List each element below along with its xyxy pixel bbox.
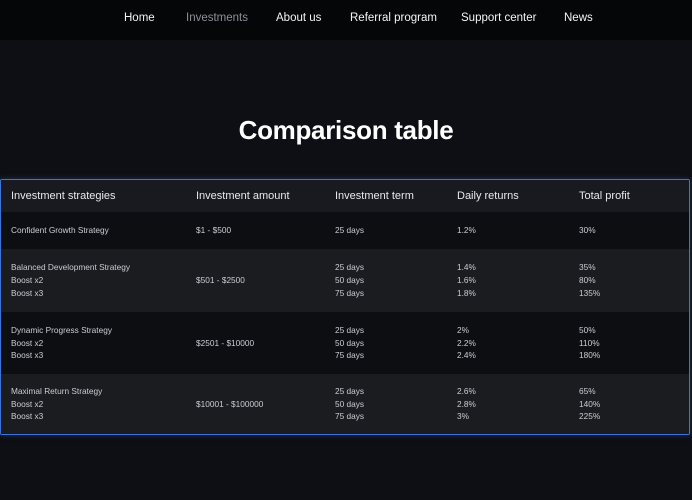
cell-line: 25 days: [335, 262, 365, 273]
cell-daily: 2% 2.2% 2.4%: [457, 324, 476, 362]
cell-line: 80%: [579, 275, 596, 286]
cell-line: 1.4%: [457, 262, 476, 273]
cell-line: 2.8%: [457, 398, 476, 409]
nav-support-center[interactable]: Support center: [461, 12, 536, 24]
cell-daily: 1.2%: [457, 224, 476, 237]
cell-line: Boost x2: [11, 398, 44, 409]
cell-line: 25 days: [335, 225, 365, 236]
cell-profit: 30%: [579, 224, 596, 237]
page-title: Comparison table: [238, 115, 454, 145]
table-row: Confident Growth Strategy $1 - $500 25 day…: [1, 212, 689, 249]
cell-line: Boost x2: [11, 337, 44, 348]
header-daily-returns: Daily returns: [457, 190, 519, 202]
cell-line: 1.6%: [457, 275, 476, 286]
cell-line: 110%: [579, 337, 600, 348]
nav-news[interactable]: News: [564, 12, 593, 24]
cell-amount: $1 - $500: [196, 225, 232, 236]
cell-line: 50 days: [335, 275, 365, 286]
nav-home[interactable]: Home: [124, 12, 155, 24]
cell-line: Maximal Return Strategy: [11, 385, 103, 396]
cell-line: 25 days: [335, 324, 365, 335]
cell-line: 35%: [579, 262, 596, 273]
cell-line: 2.4%: [457, 350, 476, 361]
cell-line: 135%: [579, 287, 601, 298]
cell-line: Confident Growth Strategy: [11, 225, 109, 236]
nav-investments[interactable]: Investments: [186, 12, 248, 24]
cell-amount: $2501 - $10000: [196, 337, 255, 348]
cell-term: 25 days 50 days 75 days: [335, 261, 364, 299]
table-header: Investment strategies Investment amount …: [1, 180, 689, 212]
cell-line: 75 days: [335, 287, 365, 298]
cell-line: Boost x3: [11, 411, 44, 422]
cell-line: 180%: [579, 350, 601, 361]
cell-strategy: Maximal Return Strategy Boost x2 Boost x3: [11, 385, 102, 423]
nav-referral-program[interactable]: Referral program: [350, 12, 437, 24]
cell-term: 25 days 50 days 75 days: [335, 324, 364, 362]
cell-line: Boost x3: [11, 350, 44, 361]
cell-daily: 2.6% 2.8% 3%: [457, 385, 476, 423]
cell-line: 65%: [579, 385, 596, 396]
table-row: Dynamic Progress Strategy Boost x2 Boost x…: [1, 312, 689, 374]
cell-line: Dynamic Progress Strategy: [11, 324, 112, 335]
cell-line: 2%: [457, 324, 469, 335]
cell-line: 1.8%: [457, 287, 476, 298]
cell-line: 25 days: [335, 385, 365, 396]
cell-line: 75 days: [335, 411, 365, 422]
cell-amount: $501 - $2500: [196, 275, 245, 286]
cell-line: 50 days: [335, 337, 365, 348]
cell-daily: 1.4% 1.6% 1.8%: [457, 261, 476, 299]
top-navbar: Home Investments About us Referral progr…: [0, 0, 692, 40]
nav-about-us[interactable]: About us: [276, 12, 321, 24]
cell-profit: 65% 140% 225%: [579, 385, 600, 423]
cell-strategy: Confident Growth Strategy: [11, 224, 109, 237]
cell-line: 2.2%: [457, 337, 476, 348]
header-strategies: Investment strategies: [11, 190, 116, 202]
cell-profit: 50% 110% 180%: [579, 324, 600, 362]
table-row: Balanced Development Strategy Boost x2 Boo…: [1, 249, 689, 312]
header-amount: Investment amount: [196, 190, 290, 202]
cell-line: 30%: [579, 225, 596, 236]
cell-line: 1.2%: [457, 225, 476, 236]
cell-strategy: Dynamic Progress Strategy Boost x2 Boost x…: [11, 324, 112, 362]
cell-profit: 35% 80% 135%: [579, 261, 600, 299]
comparison-table: Investment strategies Investment amount …: [0, 179, 690, 435]
cell-amount: $10001 - $100000: [196, 398, 264, 409]
cell-line: 50 days: [335, 398, 365, 409]
cell-line: 225%: [579, 411, 601, 422]
cell-line: Boost x3: [11, 287, 44, 298]
cell-term: 25 days: [335, 224, 364, 237]
cell-strategy: Balanced Development Strategy Boost x2 Boo…: [11, 261, 130, 299]
cell-line: 140%: [579, 398, 601, 409]
header-total-profit: Total profit: [579, 190, 630, 202]
cell-line: 75 days: [335, 350, 365, 361]
header-term: Investment term: [335, 190, 414, 202]
table-row: Maximal Return Strategy Boost x2 Boost x3 $…: [1, 374, 689, 434]
cell-line: 50%: [579, 324, 596, 335]
cell-line: 2.6%: [457, 385, 476, 396]
cell-line: Balanced Development Strategy: [11, 262, 130, 273]
cell-term: 25 days 50 days 75 days: [335, 385, 364, 423]
cell-line: Boost x2: [11, 275, 44, 286]
cell-line: 3%: [457, 411, 469, 422]
